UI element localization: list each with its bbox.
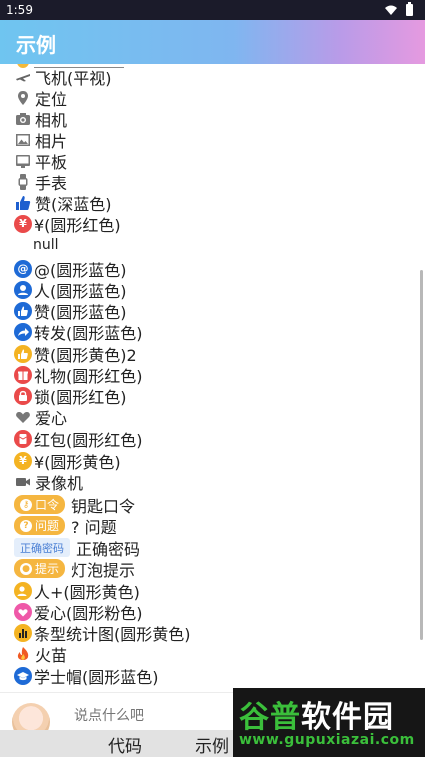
location-pin-icon <box>14 89 32 107</box>
watermark-title: 谷普软件园 <box>239 700 394 735</box>
list-item[interactable]: ¥ ¥(圆形红色) <box>14 213 121 235</box>
scrollbar[interactable] <box>420 270 423 640</box>
list-item[interactable]: 平板 <box>14 150 67 172</box>
graduation-cap-circle-blue-icon <box>14 666 32 685</box>
yuan-circle-red-icon: ¥ <box>14 214 32 233</box>
heart-circle-pink-icon <box>14 602 32 621</box>
list-item[interactable]: 定位 <box>14 87 67 109</box>
list-item[interactable]: ⚷ 口令 钥匙口令 <box>14 494 135 516</box>
list-item[interactable]: 录像机 <box>14 471 83 493</box>
status-time: 1:59 <box>6 3 33 17</box>
list-item[interactable]: 人(圆形蓝色) <box>14 279 127 301</box>
bar-chart-circle-yellow-icon <box>14 623 32 642</box>
app-bar: 示例 <box>0 20 425 64</box>
wifi-icon <box>385 5 397 15</box>
key-icon: ⚷ <box>20 498 32 511</box>
list-item[interactable]: ● 提示 灯泡提示 <box>14 558 135 580</box>
status-bar: 1:59 <box>0 0 425 20</box>
thumbs-up-icon <box>14 194 32 212</box>
watch-icon <box>14 173 32 191</box>
gift-circle-red-icon <box>14 365 32 384</box>
list-item[interactable]: 火苗 <box>14 643 67 665</box>
photo-icon <box>14 131 32 149</box>
list-item[interactable]: ¥ ¥(圆形黄色) <box>14 450 121 472</box>
list-item[interactable]: 人+(圆形黄色) <box>14 580 140 602</box>
person-circle-blue-icon <box>14 280 32 299</box>
tablet-icon <box>14 152 32 170</box>
list-item[interactable]: 相机 <box>14 108 67 130</box>
person-add-circle-yellow-icon <box>14 581 32 600</box>
tab-example[interactable]: 示例 <box>195 732 229 757</box>
list-item[interactable]: 爱心 <box>14 406 67 428</box>
list-item[interactable]: @ @(圆形蓝色) <box>14 258 127 280</box>
airplane-icon <box>14 68 32 86</box>
list-item[interactable]: 锁(圆形红色) <box>14 385 127 407</box>
list-item[interactable]: 手表 <box>14 171 67 193</box>
watermark-url: www.gupuxiazai.com <box>239 732 415 748</box>
password-badge: 正确密码 <box>14 538 70 557</box>
list-item[interactable]: 相片 <box>14 129 67 151</box>
hint-badge: ● 提示 <box>14 559 66 578</box>
watermark-logo: 谷普软件园 www.gupuxiazai.com <box>233 688 425 757</box>
list-item[interactable]: 转发(圆形蓝色) <box>14 321 143 343</box>
list-item[interactable]: 礼物(圆形红色) <box>14 364 143 386</box>
yuan-circle-yellow-icon: ¥ <box>14 451 32 470</box>
thumbs-up-circle-blue-icon <box>14 301 32 320</box>
icon-list[interactable]: 飞机(平视) 定位 相机 相片 平板 手表 赞(深蓝色) ¥ ¥(圆形红色) n… <box>0 64 425 692</box>
list-item[interactable]: 条型统计图(圆形黄色) <box>14 622 191 644</box>
at-circle-blue-icon: @ <box>14 259 32 278</box>
question-badge: ? 问题 <box>14 516 66 535</box>
list-item[interactable]: 赞(深蓝色) <box>14 192 112 214</box>
share-circle-blue-icon <box>14 322 32 341</box>
camera-icon <box>14 110 32 128</box>
tab-code[interactable]: 代码 <box>108 732 142 757</box>
list-item[interactable]: 赞(圆形蓝色) <box>14 300 127 322</box>
thumbs-up-circle-yellow-icon <box>14 344 32 363</box>
flame-icon <box>14 645 32 663</box>
list-item[interactable]: 正确密码 正确密码 <box>14 537 140 559</box>
battery-icon <box>406 2 413 16</box>
list-item[interactable]: 赞(圆形黄色)2 <box>14 343 137 365</box>
key-badge: ⚷ 口令 <box>14 495 66 514</box>
red-packet-circle-red-icon <box>14 429 32 448</box>
question-icon: ? <box>20 519 32 532</box>
lock-circle-red-icon <box>14 386 32 405</box>
list-item[interactable]: 飞机(平视) <box>14 66 112 88</box>
page-title: 示例 <box>16 33 56 57</box>
list-item[interactable]: 学士帽(圆形蓝色) <box>14 665 159 687</box>
list-item[interactable]: null <box>33 234 59 255</box>
list-item[interactable]: 红包(圆形红色) <box>14 428 143 450</box>
list-item[interactable]: ? 问题 ? 问题 <box>14 515 117 537</box>
video-camera-icon <box>14 473 32 491</box>
heart-icon <box>14 408 32 426</box>
bulb-icon: ● <box>20 562 32 575</box>
list-item[interactable]: 爱心(圆形粉色) <box>14 601 143 623</box>
